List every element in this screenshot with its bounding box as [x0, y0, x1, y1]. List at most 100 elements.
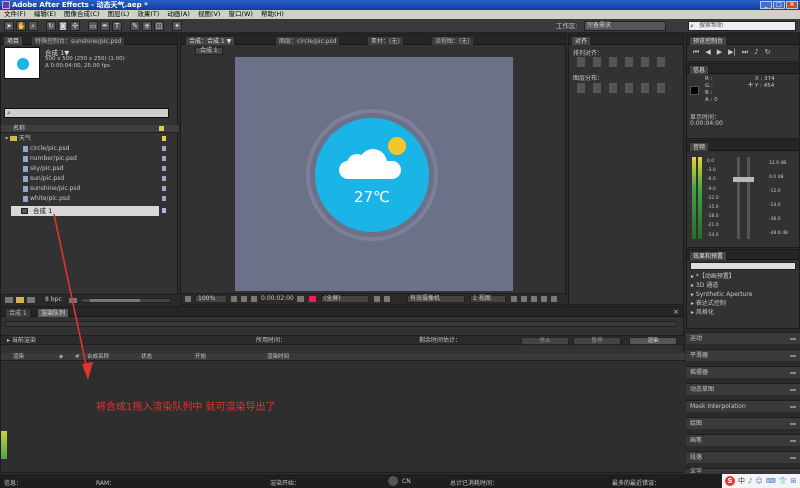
puppet-tool-icon[interactable]: ✦: [172, 21, 182, 31]
tab-footage[interactable]: 素材：(无): [367, 36, 404, 45]
audio-icon[interactable]: ♪: [754, 48, 758, 57]
brush-tool-icon[interactable]: ✎: [130, 21, 140, 31]
menu-help[interactable]: 帮助(H): [257, 10, 288, 19]
ime-chinese-mode[interactable]: 中: [738, 476, 745, 486]
effects-search-input[interactable]: [690, 262, 796, 270]
eraser-tool-icon[interactable]: ◫: [154, 21, 164, 31]
list-item[interactable]: sky/pic.psd: [23, 165, 63, 173]
zoom-select[interactable]: 100%: [195, 295, 227, 303]
list-item[interactable]: number/pic.psd: [23, 155, 77, 163]
comp-canvas[interactable]: 27℃: [235, 57, 513, 291]
tab-project[interactable]: 项目: [3, 36, 24, 45]
reset-exposure-icon[interactable]: [551, 296, 557, 302]
view-layout-select[interactable]: 1 视图: [470, 295, 506, 303]
tab-align[interactable]: 对齐: [571, 36, 592, 45]
ime-toolbox-icon[interactable]: ⊞: [791, 477, 797, 485]
list-item[interactable]: ▸ Synthetic Aperture: [691, 291, 752, 299]
snapshot-icon[interactable]: [297, 296, 304, 302]
zoom-tool-icon[interactable]: ⌕: [28, 21, 38, 31]
folder-row-weather[interactable]: ▾ 天气: [5, 135, 31, 143]
new-comp-icon[interactable]: [27, 297, 35, 303]
list-item[interactable]: sun/pic.psd: [23, 175, 64, 183]
column-render[interactable]: 渲染: [13, 353, 24, 361]
tab-preview[interactable]: 预览控制台: [689, 36, 728, 45]
menu-view[interactable]: 视图(V): [194, 10, 225, 19]
region-of-interest-icon[interactable]: [374, 296, 380, 302]
tab-layer[interactable]: 图层：circle/pic.psd: [275, 36, 341, 45]
rectangle-tool-icon[interactable]: ▭: [88, 21, 98, 31]
mask-visibility-icon[interactable]: [251, 296, 257, 302]
search-help-input[interactable]: 搜索帮助: [688, 21, 796, 31]
ime-skin-icon[interactable]: 👕: [779, 477, 788, 485]
selection-tool-icon[interactable]: ➤: [4, 21, 14, 31]
list-item[interactable]: circle/pic.psd: [23, 145, 69, 153]
menu-layer[interactable]: 图层(L): [104, 10, 134, 19]
tab-audio[interactable]: 音频: [689, 142, 710, 151]
safe-zones-icon[interactable]: [231, 296, 237, 302]
fast-preview-icon[interactable]: [521, 296, 527, 302]
list-item[interactable]: ▸ 表达式控制: [691, 300, 726, 308]
resolution-select[interactable]: (全屏): [321, 295, 369, 303]
interpret-footage-icon[interactable]: [5, 297, 13, 303]
expand-arrow-icon[interactable]: ▾: [5, 135, 8, 142]
list-item[interactable]: ▸ *【动画预置】: [691, 273, 735, 281]
menu-composition[interactable]: 图像合成(C): [60, 10, 104, 19]
menu-edit[interactable]: 编辑(E): [30, 10, 60, 19]
tab-flowchart[interactable]: 流程图：(无): [431, 36, 474, 45]
column-render-time[interactable]: 渲染时间: [267, 353, 289, 361]
hand-tool-icon[interactable]: ✋: [16, 21, 26, 31]
volume-slider-right[interactable]: [747, 157, 750, 239]
tab-effect-controls[interactable]: 特殊控制台：sunshine/pic.psd: [31, 36, 126, 45]
timecode-display[interactable]: 0:00:02:00: [261, 295, 294, 303]
close-button[interactable]: ×: [786, 1, 798, 9]
menu-animation[interactable]: 动画(A): [163, 10, 194, 19]
render-button[interactable]: 渲染: [629, 337, 677, 345]
list-item[interactable]: white/pic.psd: [23, 195, 70, 203]
clone-stamp-tool-icon[interactable]: ⎈: [142, 21, 152, 31]
column-started[interactable]: 开始: [195, 353, 206, 361]
menu-window[interactable]: 窗口(W): [224, 10, 257, 19]
ime-punctuation-icon[interactable]: ♪: [748, 477, 752, 485]
camera-tool-icon[interactable]: ◙: [58, 21, 68, 31]
tab-info[interactable]: 信息: [689, 65, 710, 74]
sogou-ime-icon[interactable]: S: [725, 476, 735, 486]
workspace-select[interactable]: 完备需求: [584, 21, 666, 31]
last-frame-icon[interactable]: ⏭: [742, 48, 748, 57]
grid-icon[interactable]: [241, 296, 247, 302]
minimize-button[interactable]: _: [760, 1, 772, 9]
stop-button[interactable]: 停止: [521, 337, 569, 345]
ime-keyboard-icon[interactable]: ⌨: [766, 477, 776, 485]
panel-brushes[interactable]: 画笔: [686, 434, 800, 446]
panel-paint[interactable]: 绘图: [686, 417, 800, 429]
list-item[interactable]: ▸ 风格化: [691, 309, 714, 317]
first-frame-icon[interactable]: ⏮: [693, 48, 699, 57]
pixel-aspect-icon[interactable]: [511, 296, 517, 302]
pan-behind-tool-icon[interactable]: ✣: [70, 21, 80, 31]
align-buttons[interactable]: [577, 57, 673, 67]
panel-paragraph[interactable]: 段落: [686, 451, 800, 463]
text-tool-icon[interactable]: T: [112, 21, 122, 31]
panel-wiggler[interactable]: 摇摆器: [686, 366, 800, 378]
menu-file[interactable]: 文件(F): [0, 10, 30, 19]
panel-mask-interpolation[interactable]: Mask Interpolation: [686, 400, 800, 412]
rotate-tool-icon[interactable]: ↻: [46, 21, 56, 31]
prev-frame-icon[interactable]: ◀: [705, 48, 710, 57]
color-channel-icon[interactable]: [309, 296, 316, 302]
menu-effect[interactable]: 效果(T): [133, 10, 163, 19]
column-status[interactable]: 状态: [141, 353, 152, 361]
timeline-icon[interactable]: [531, 296, 537, 302]
pause-button[interactable]: 暂停: [573, 337, 621, 345]
column-name[interactable]: 名称: [13, 125, 25, 133]
volume-thumb-right[interactable]: [743, 177, 754, 182]
transparency-grid-icon[interactable]: [384, 296, 390, 302]
comp-breadcrumb[interactable]: 合成 1: [195, 47, 223, 55]
tab-composition[interactable]: 合成：合成 1 ▼: [185, 36, 236, 45]
list-item[interactable]: ▸ 3D 通道: [691, 282, 718, 290]
panel-motion-sketch[interactable]: 动态草图: [686, 383, 800, 395]
list-item[interactable]: sunshine/pic.psd: [23, 185, 80, 193]
project-search-input[interactable]: ⌕: [4, 108, 169, 118]
camera-select[interactable]: 有效摄像机: [407, 295, 465, 303]
always-preview-icon[interactable]: [185, 296, 191, 302]
panel-motion[interactable]: 运动: [686, 332, 800, 344]
panel-smoother[interactable]: 平滑器: [686, 349, 800, 361]
